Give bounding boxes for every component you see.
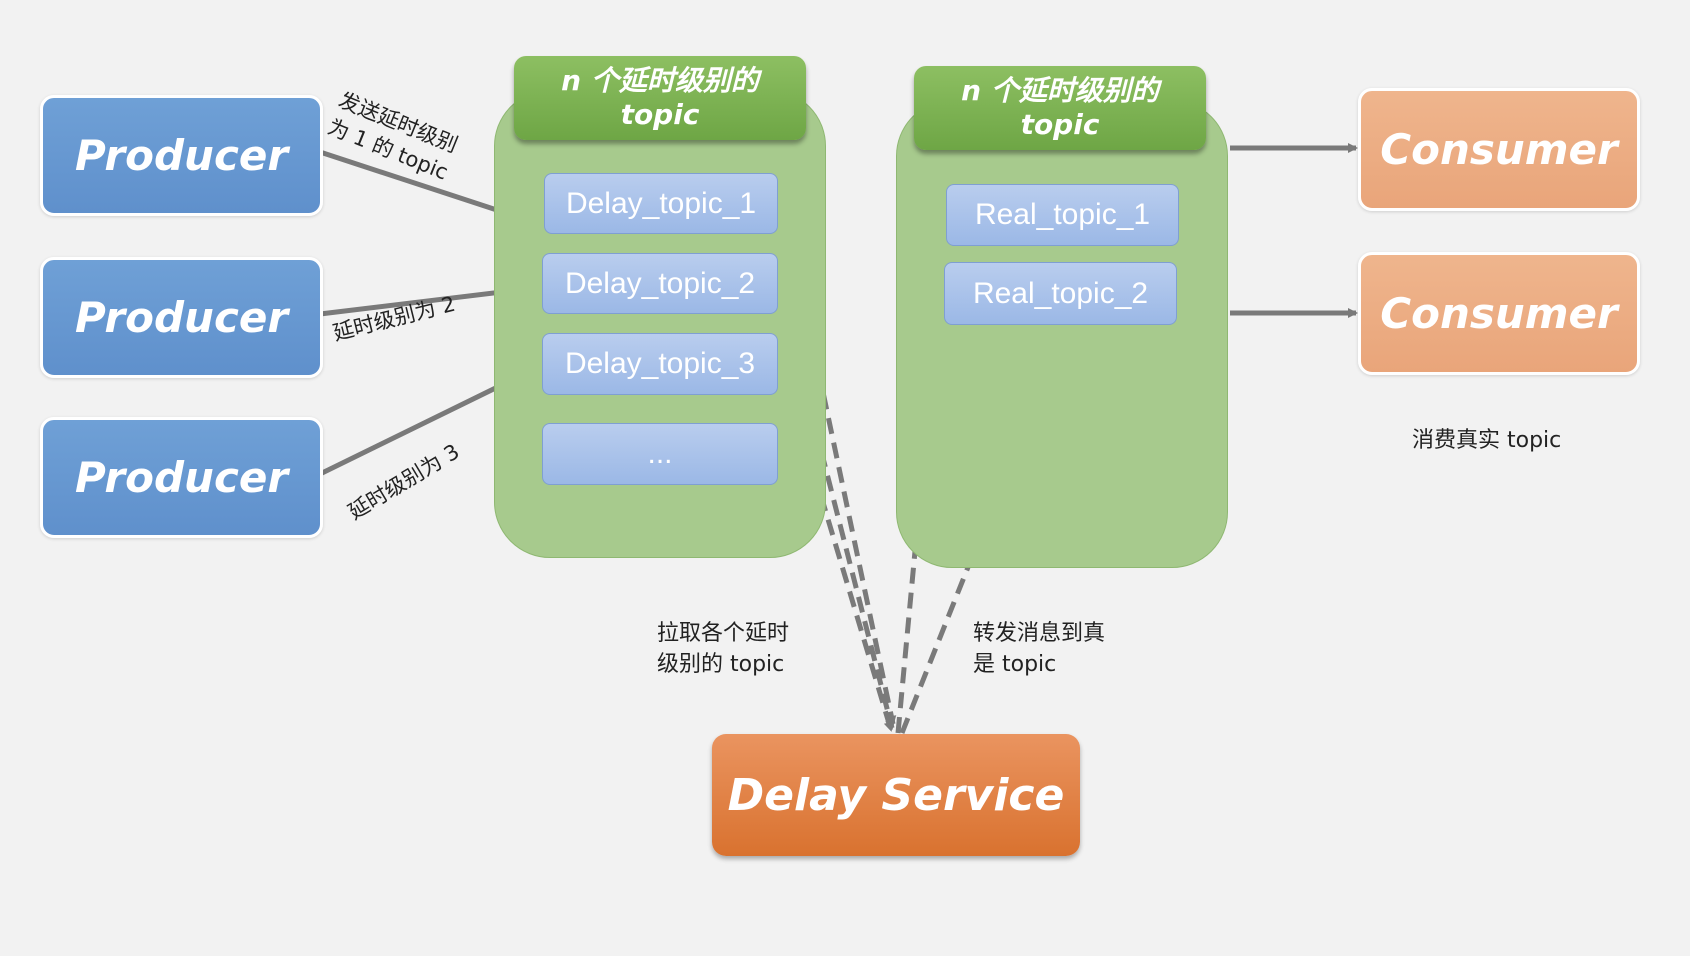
- real-topic-2: Real_topic_2: [944, 262, 1177, 325]
- producer-label-1: Producer: [74, 131, 289, 180]
- producer-label-2: Producer: [74, 293, 289, 342]
- delay-topic-more: ...: [542, 423, 778, 485]
- producer-box-3: Producer: [40, 417, 323, 538]
- label-forward: 转发消息到真 是 topic: [973, 621, 1106, 677]
- consumer-label-2: Consumer: [1380, 289, 1618, 338]
- delay-topic-3: Delay_topic_3: [542, 333, 778, 395]
- delay-service-label: Delay Service: [727, 769, 1065, 821]
- consumer-box-1: Consumer: [1358, 88, 1640, 211]
- producer-box-2: Producer: [40, 257, 323, 378]
- delay-topic-1: Delay_topic_1: [544, 173, 778, 234]
- label-pull: 拉取各个延时 级别的 topic: [657, 621, 790, 677]
- producer-label-3: Producer: [74, 453, 289, 502]
- producer-box-1: Producer: [40, 95, 323, 216]
- delay-group-header: n 个延时级别的 topic: [514, 56, 806, 140]
- consumer-label-1: Consumer: [1380, 125, 1618, 174]
- delay-topic-container: [494, 90, 826, 558]
- delay-service-box: Delay Service: [712, 734, 1080, 856]
- real-topic-1: Real_topic_1: [946, 184, 1179, 246]
- real-topic-container: [896, 100, 1228, 568]
- real-group-header: n 个延时级别的 topic: [914, 66, 1206, 150]
- consumer-box-2: Consumer: [1358, 252, 1640, 375]
- label-consume: 消费真实 topic: [1412, 428, 1562, 453]
- delay-topic-2: Delay_topic_2: [542, 253, 778, 314]
